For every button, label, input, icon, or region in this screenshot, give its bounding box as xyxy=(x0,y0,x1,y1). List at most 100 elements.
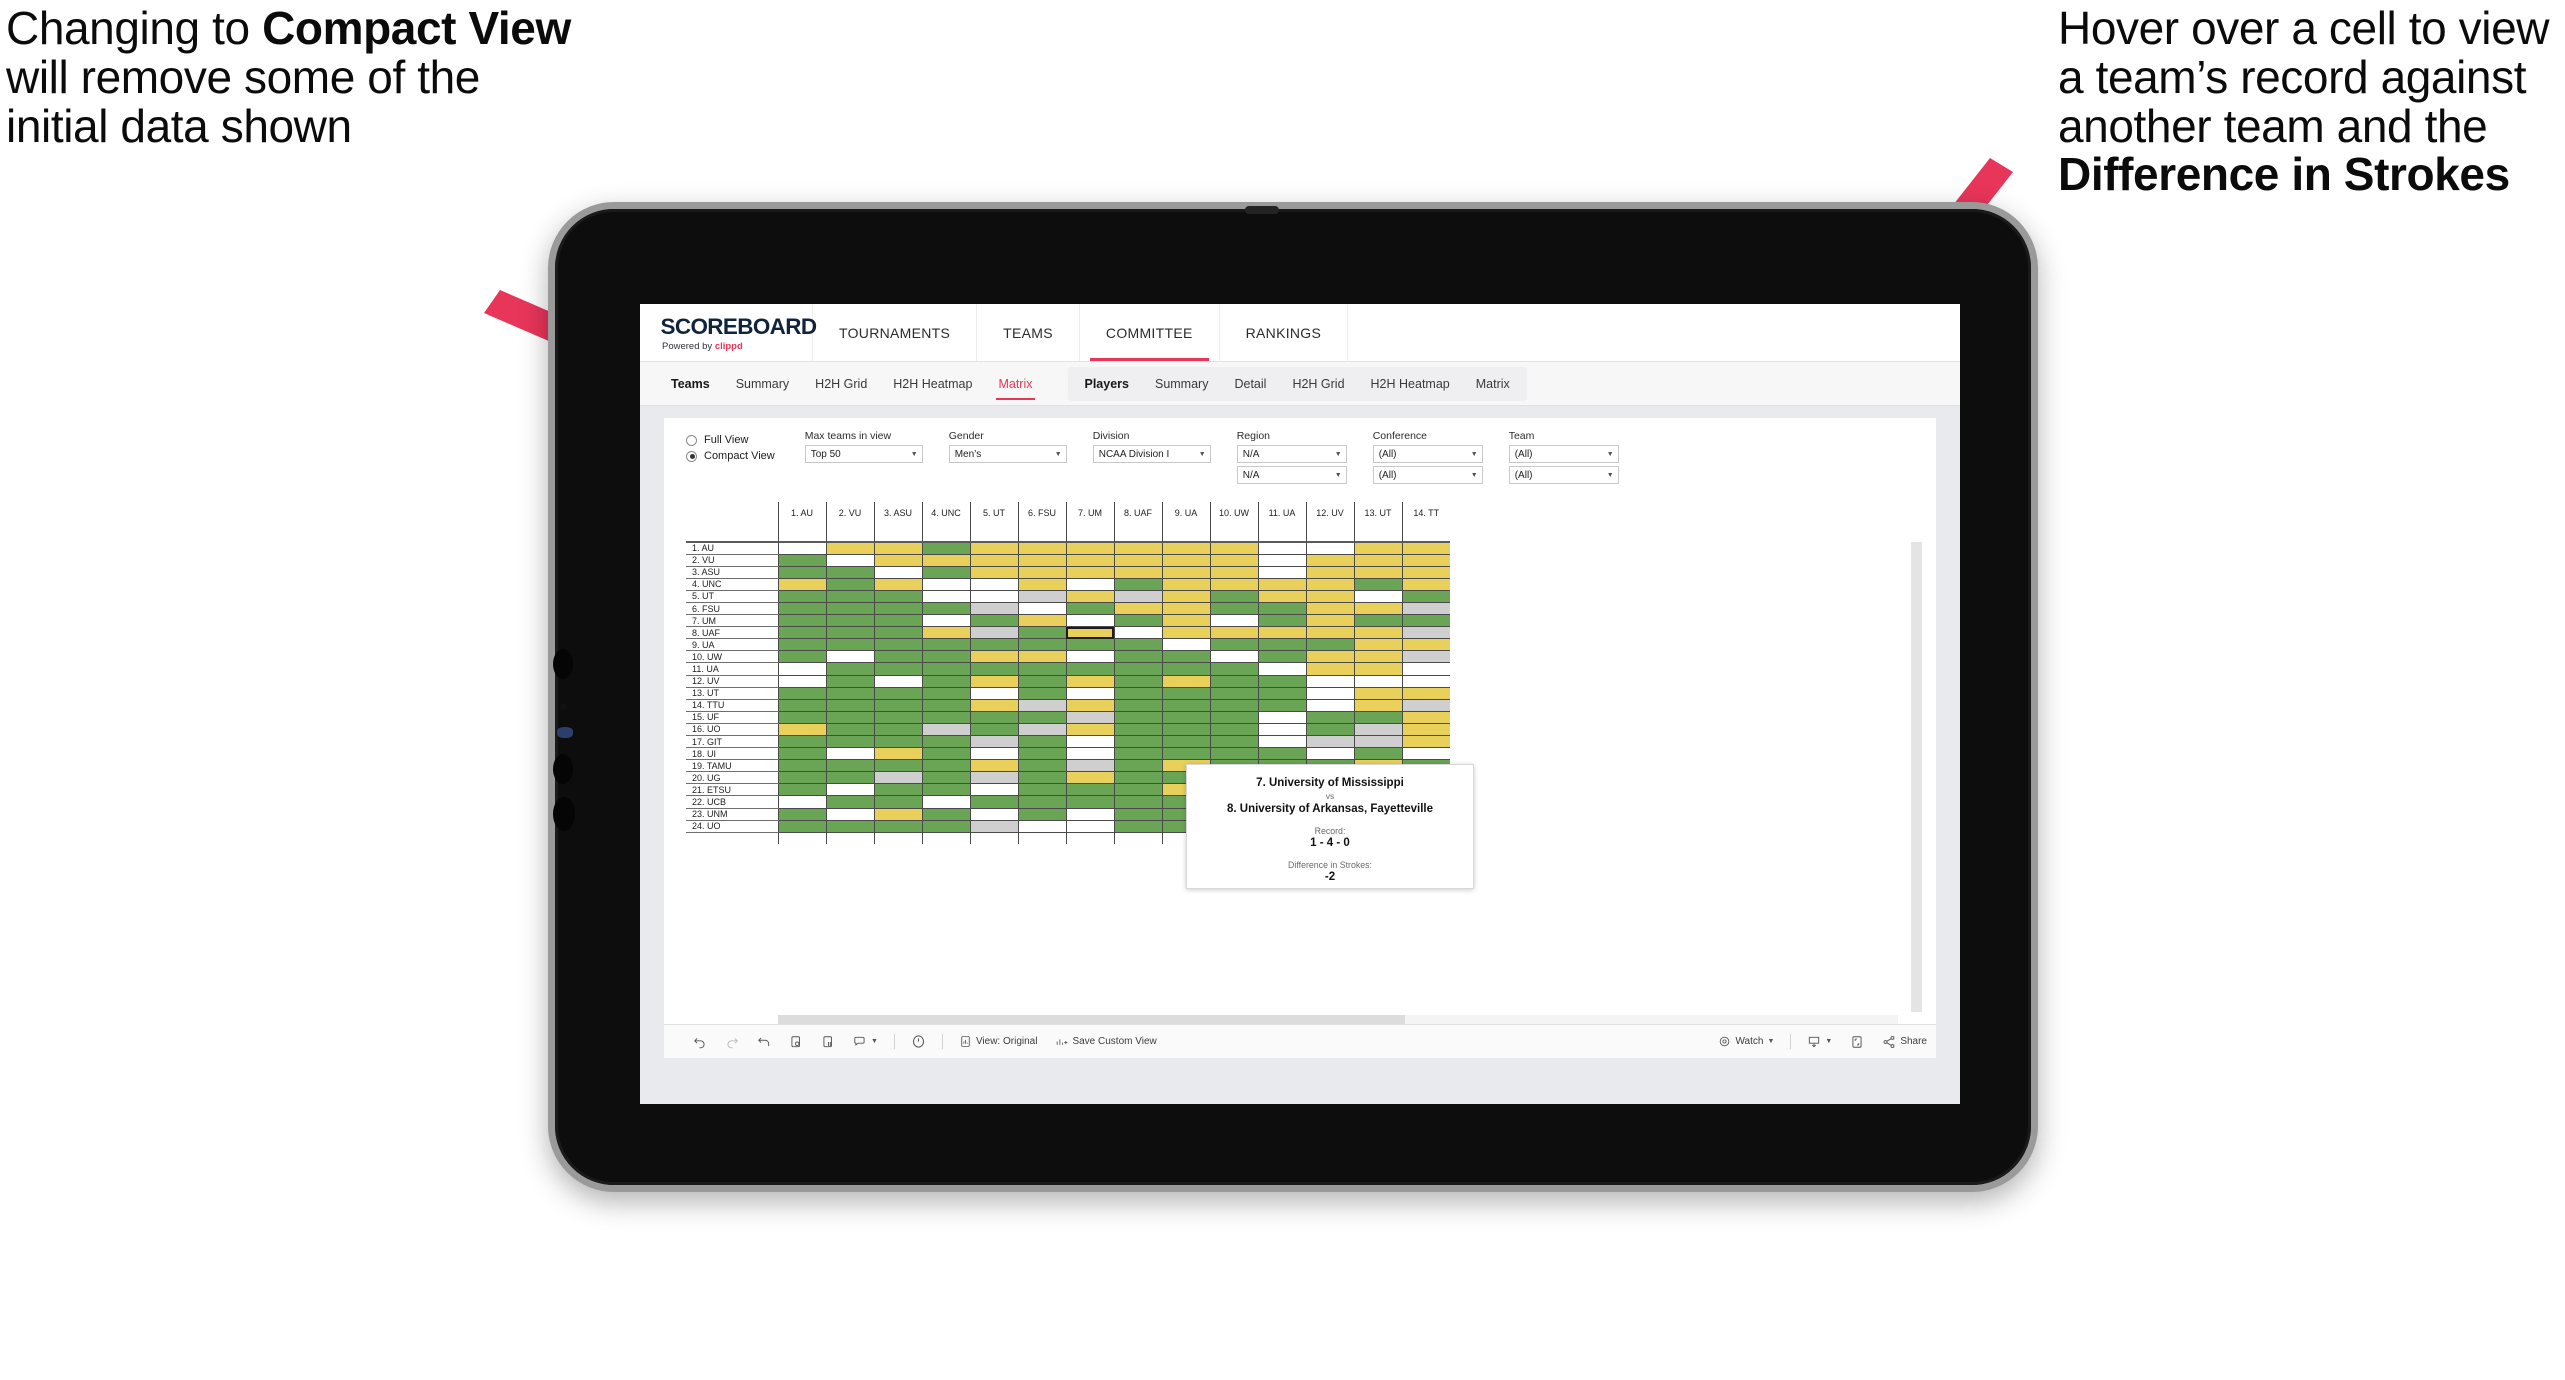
matrix-cell[interactable] xyxy=(969,566,1018,579)
subnav-teams-h2h-heatmap[interactable]: H2H Heatmap xyxy=(880,377,985,391)
radio-compact-view[interactable]: Compact View xyxy=(686,450,775,462)
matrix-cell[interactable] xyxy=(1401,675,1450,688)
matrix-cell[interactable] xyxy=(1305,699,1354,712)
matrix-cell[interactable] xyxy=(1305,542,1354,555)
h2h-matrix[interactable]: 1. AU 2. VU 3. ASU 4. UNC 5. UT 6. FSU 7. UM 8.… xyxy=(686,502,1922,1028)
matrix-cell[interactable] xyxy=(969,759,1018,773)
pause-refresh-button[interactable] xyxy=(902,1034,935,1049)
matrix-cell[interactable] xyxy=(873,699,922,712)
matrix-cell[interactable] xyxy=(921,566,970,579)
matrix-cell[interactable] xyxy=(1209,542,1258,555)
matrix-cell[interactable] xyxy=(969,578,1018,591)
matrix-cell[interactable] xyxy=(1065,759,1114,773)
matrix-cell[interactable] xyxy=(1065,735,1114,749)
filter-conference-select-1[interactable]: (All) ▼ xyxy=(1372,445,1483,463)
matrix-cell[interactable] xyxy=(1161,675,1210,688)
matrix-cell[interactable] xyxy=(1017,699,1066,712)
matrix-cell[interactable] xyxy=(1401,614,1450,628)
matrix-cell[interactable] xyxy=(1209,711,1258,724)
matrix-cell[interactable] xyxy=(873,795,922,809)
matrix-cell[interactable] xyxy=(1257,554,1306,567)
brand-logo[interactable]: SCOREBOARD Powered by clippd xyxy=(640,304,817,361)
matrix-cell[interactable] xyxy=(1113,650,1162,664)
matrix-cell[interactable] xyxy=(825,783,874,797)
matrix-cell[interactable] xyxy=(1113,542,1162,555)
filter-team-select-2[interactable]: (All) ▼ xyxy=(1508,466,1619,484)
matrix-cell[interactable] xyxy=(969,614,1018,628)
matrix-cell[interactable] xyxy=(1401,602,1450,616)
matrix-cell[interactable] xyxy=(777,808,826,821)
matrix-cell[interactable] xyxy=(1065,723,1114,737)
subnav-players-h2h-heatmap[interactable]: H2H Heatmap xyxy=(1358,377,1463,391)
matrix-cell[interactable] xyxy=(1161,638,1210,652)
matrix-cell[interactable] xyxy=(969,554,1018,567)
matrix-cell[interactable] xyxy=(825,602,874,616)
matrix-cell[interactable] xyxy=(825,795,874,809)
matrix-cell[interactable] xyxy=(1305,638,1354,652)
matrix-cell[interactable] xyxy=(1305,723,1354,737)
matrix-cell[interactable] xyxy=(1257,687,1306,700)
matrix-cell[interactable] xyxy=(1065,783,1114,797)
matrix-cell[interactable] xyxy=(1065,638,1114,652)
matrix-cell[interactable] xyxy=(921,687,970,700)
matrix-cell[interactable] xyxy=(1209,675,1258,688)
subnav-teams-summary[interactable]: Summary xyxy=(723,377,802,391)
matrix-cell[interactable] xyxy=(1257,590,1306,603)
redo-button[interactable] xyxy=(716,1035,748,1049)
matrix-cell[interactable] xyxy=(1209,614,1258,628)
filter-division-select[interactable]: NCAA Division I ▼ xyxy=(1092,445,1211,463)
matrix-cell[interactable] xyxy=(1113,578,1162,591)
download-button[interactable]: ▼ xyxy=(1798,1035,1841,1049)
matrix-cell[interactable] xyxy=(1305,675,1354,688)
matrix-cell[interactable] xyxy=(921,542,970,555)
matrix-cell[interactable] xyxy=(921,675,970,688)
matrix-cell[interactable] xyxy=(1401,687,1450,700)
matrix-cell[interactable] xyxy=(1401,554,1450,567)
matrix-cell[interactable] xyxy=(921,783,970,797)
matrix-cell[interactable] xyxy=(969,687,1018,700)
view-original-button[interactable]: View: Original xyxy=(950,1035,1047,1048)
matrix-cell[interactable] xyxy=(777,650,826,664)
matrix-cell[interactable] xyxy=(1113,795,1162,809)
subnav-players-h2h-grid[interactable]: H2H Grid xyxy=(1279,377,1357,391)
matrix-cell[interactable] xyxy=(1305,614,1354,628)
topnav-item-tournaments[interactable]: TOURNAMENTS xyxy=(813,304,978,361)
matrix-cell[interactable] xyxy=(1017,578,1066,591)
matrix-cell[interactable] xyxy=(777,759,826,773)
matrix-cell[interactable] xyxy=(969,626,1018,640)
matrix-cell[interactable] xyxy=(1305,711,1354,724)
matrix-cell[interactable] xyxy=(1161,699,1210,712)
matrix-cell[interactable] xyxy=(825,711,874,724)
matrix-cell[interactable] xyxy=(1113,723,1162,737)
matrix-cell[interactable] xyxy=(825,590,874,603)
matrix-cell[interactable] xyxy=(1209,626,1258,640)
matrix-cell[interactable] xyxy=(969,747,1018,761)
matrix-cell[interactable] xyxy=(1017,687,1066,700)
matrix-cell[interactable] xyxy=(1113,626,1162,640)
matrix-cell[interactable] xyxy=(921,578,970,591)
matrix-cell[interactable] xyxy=(921,626,970,640)
matrix-cell[interactable] xyxy=(1257,662,1306,676)
matrix-cell[interactable] xyxy=(825,771,874,785)
filter-team-select-1[interactable]: (All) ▼ xyxy=(1508,445,1619,463)
matrix-cell[interactable] xyxy=(873,614,922,628)
matrix-cell[interactable] xyxy=(777,566,826,579)
matrix-cell[interactable] xyxy=(825,808,874,821)
matrix-cell[interactable] xyxy=(1353,626,1402,640)
matrix-cell[interactable] xyxy=(1353,602,1402,616)
matrix-cell[interactable] xyxy=(1065,590,1114,603)
matrix-cell[interactable] xyxy=(1065,602,1114,616)
matrix-cell[interactable] xyxy=(969,650,1018,664)
matrix-cell[interactable] xyxy=(1353,662,1402,676)
matrix-cell[interactable] xyxy=(873,650,922,664)
matrix-cell[interactable] xyxy=(1161,747,1210,761)
matrix-cell[interactable] xyxy=(969,771,1018,785)
matrix-cell[interactable] xyxy=(873,687,922,700)
matrix-cell[interactable] xyxy=(1161,614,1210,628)
matrix-cell[interactable] xyxy=(1113,614,1162,628)
matrix-cell[interactable] xyxy=(1113,820,1162,833)
matrix-cell[interactable] xyxy=(1065,687,1114,700)
matrix-cell[interactable] xyxy=(1209,602,1258,616)
matrix-cell[interactable] xyxy=(777,590,826,603)
matrix-cell[interactable] xyxy=(825,699,874,712)
